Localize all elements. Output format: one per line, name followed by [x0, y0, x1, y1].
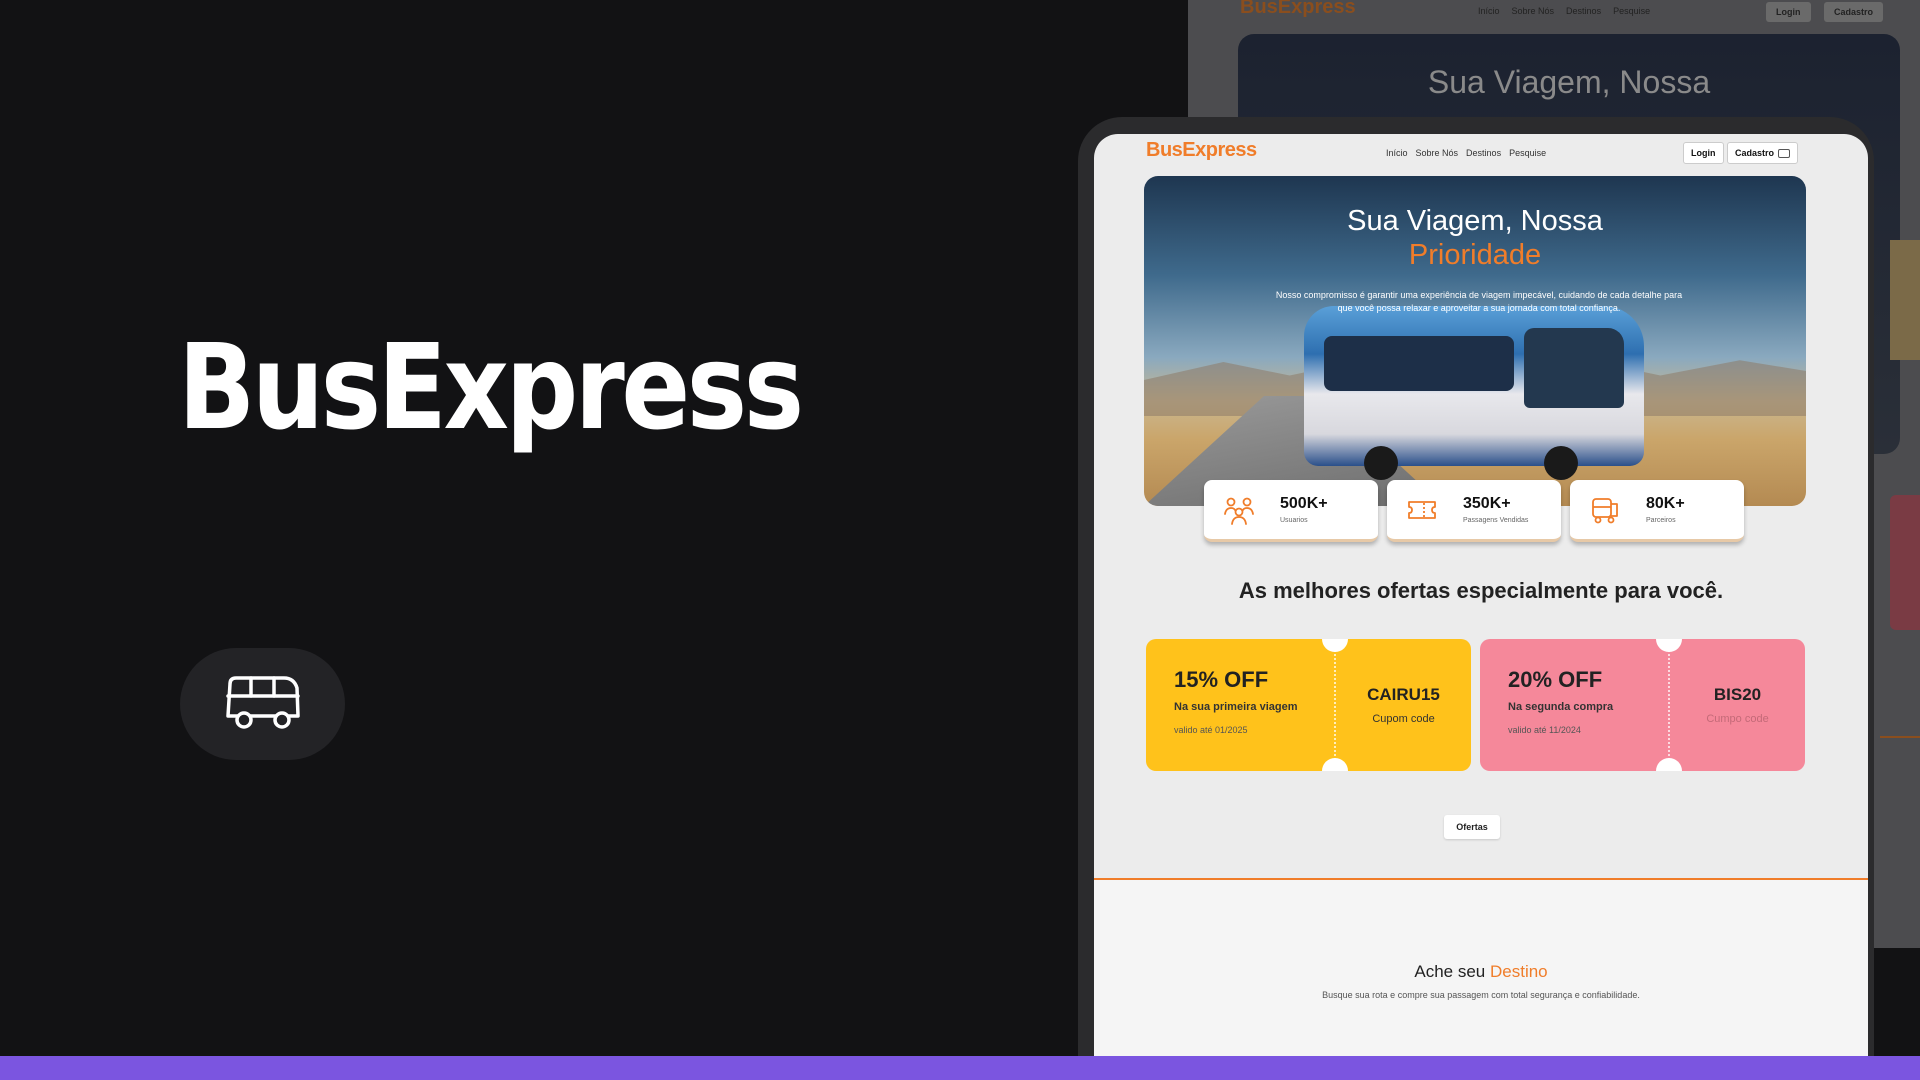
nav-link-pesquise[interactable]: Pesquise — [1509, 148, 1546, 158]
cadastro-button[interactable]: Cadastro — [1727, 142, 1799, 164]
coupon-code: CAIRU15 — [1367, 685, 1440, 704]
bus-wheel — [1364, 446, 1398, 480]
website-preview: BusExpress Início Sobre Nós Destinos Pes… — [1094, 134, 1868, 1080]
bg-logo: BusExpress — [1240, 0, 1356, 18]
coupon-description: Na segunda compra — [1508, 701, 1614, 713]
bottom-accent-bar — [0, 1056, 1920, 1080]
coupon-notch — [1322, 639, 1348, 652]
coupon-code: BIS20 — [1713, 685, 1762, 704]
bg-nav-link: Pesquise — [1613, 6, 1651, 16]
offers-heading: As melhores ofertas especialmente para v… — [1238, 578, 1724, 603]
destino-highlight: Destino — [1489, 962, 1548, 981]
app-title: BusExpress — [178, 318, 804, 456]
bg-divider — [1880, 736, 1920, 738]
ofertas-button[interactable]: Ofertas — [1444, 815, 1500, 839]
site-logo[interactable]: BusExpress — [1146, 139, 1257, 162]
coupon-validity: valido até 11/2024 — [1508, 725, 1581, 735]
coupon-card[interactable]: 20% OFF Na segunda compra valido até 11/… — [1480, 639, 1805, 771]
destino-text: Busque sua rota e compre sua passagem co… — [1322, 990, 1640, 1000]
stats-row: 500K+ Usuarios 350K+ Passagens Vendidas — [1204, 480, 1744, 542]
bg-nav-link: Início — [1478, 6, 1500, 16]
stat-label: Parceiros — [1646, 517, 1676, 524]
coupon-description: Na sua primeira viagem — [1174, 701, 1298, 713]
navbar: BusExpress Início Sobre Nós Destinos Pes… — [1094, 134, 1868, 170]
stat-card-users: 500K+ Usuarios — [1204, 480, 1378, 542]
stat-value: 80K+ — [1646, 495, 1685, 512]
bus-icon-badge — [180, 648, 345, 760]
bus-image — [1304, 306, 1644, 480]
stat-value: 350K+ — [1463, 495, 1511, 512]
bg-hero-edge — [1890, 240, 1920, 360]
nav-links: Início Sobre Nós Destinos Pesquise — [1386, 148, 1546, 158]
login-button[interactable]: Login — [1683, 142, 1724, 164]
bus-icon — [225, 676, 300, 729]
stat-label: Passagens Vendidas — [1463, 517, 1529, 524]
bus-windshield — [1524, 328, 1624, 408]
coupon-divider — [1334, 639, 1336, 771]
hero-title-highlight: Prioridade — [1408, 239, 1542, 271]
destino-heading: Ache seu Destino — [1094, 962, 1868, 982]
bg-login-button: Login — [1766, 2, 1811, 22]
bus-partner-icon — [1592, 497, 1618, 523]
stat-card-partners: 80K+ Parceiros — [1570, 480, 1744, 542]
coupon-code-label: Cumpo code — [1706, 713, 1769, 725]
nav-link-inicio[interactable]: Início — [1386, 148, 1408, 158]
stat-card-tickets: 350K+ Passagens Vendidas — [1387, 480, 1561, 542]
bg-cadastro-button: Cadastro — [1824, 2, 1884, 22]
bg-nav-links: Início Sobre Nós Destinos Pesquise — [1478, 6, 1650, 16]
destino-title: Ache seu — [1414, 962, 1486, 981]
coupon-discount: 20% OFF — [1508, 667, 1603, 692]
coupon-card[interactable]: 15% OFF Na sua primeira viagem valido at… — [1146, 639, 1471, 771]
coupon-code-label: Cupom code — [1372, 713, 1435, 725]
hero-title-text: Sua Viagem, Nossa — [1347, 205, 1603, 237]
coupon-notch — [1656, 639, 1682, 652]
stat-value: 500K+ — [1280, 495, 1328, 512]
hero-text: Nosso compromisso é garantir uma experiê… — [1275, 290, 1683, 313]
destino-section: Ache seu Destino Busque sua rota e compr… — [1094, 878, 1868, 1080]
bg-coupon-edge — [1890, 495, 1920, 630]
nav-link-sobre[interactable]: Sobre Nós — [1416, 148, 1459, 158]
hero-banner: Sua Viagem, Nossa Prioridade Nosso compr… — [1144, 176, 1806, 506]
bg-nav-link: Sobre Nós — [1511, 6, 1555, 16]
bus-wheel — [1544, 446, 1578, 480]
bg-nav-link: Destinos — [1566, 6, 1602, 16]
coupon-discount: 15% OFF — [1174, 667, 1269, 692]
coupon-notch — [1322, 758, 1348, 771]
bg-hero-title: Sua Viagem, Nossa — [1427, 64, 1711, 100]
card-icon — [1778, 148, 1791, 158]
hero-title: Sua Viagem, Nossa Prioridade — [1144, 204, 1806, 272]
ticket-icon — [1408, 500, 1436, 519]
nav-link-destinos[interactable]: Destinos — [1466, 148, 1501, 158]
coupon-divider — [1668, 639, 1670, 771]
users-icon — [1224, 497, 1254, 525]
coupon-notch — [1656, 758, 1682, 771]
stat-label: Usuarios — [1280, 517, 1308, 524]
cadastro-label: Cadastro — [1735, 148, 1775, 158]
coupon-validity: valido até 01/2025 — [1174, 725, 1248, 735]
bus-windows — [1324, 336, 1514, 391]
